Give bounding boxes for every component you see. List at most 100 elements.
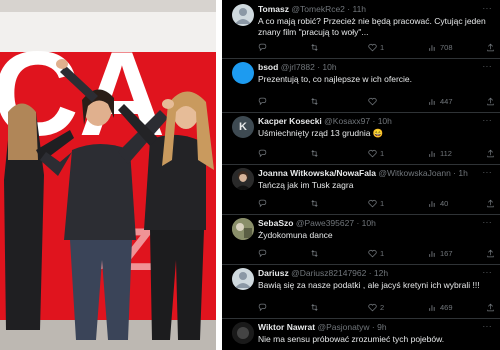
views-button[interactable]: 469 [428,301,453,313]
author-handle[interactable]: @Dariusz82147962 [291,268,366,278]
tweet-time[interactable]: 10h [322,62,336,72]
author-name[interactable]: bsod [258,62,278,72]
retweet-icon [311,43,318,51]
views-button[interactable]: 112 [428,147,452,159]
avatar[interactable] [232,268,254,290]
default-person-icon [235,8,251,24]
like-icon [368,97,377,105]
reply-button[interactable] [258,147,270,159]
reply-tweet[interactable]: Wiktor Nawrat @Pasjonatyw · 9h ··· Nie ma … [222,318,500,350]
like-icon [368,43,377,51]
share-button[interactable] [486,197,495,209]
more-options-icon[interactable]: ··· [483,322,493,331]
author-handle[interactable]: @Pawe395627 [296,218,354,228]
author-handle[interactable]: @jrl7882 [281,62,315,72]
tweet-header: bsod @jrl7882 · 10h [258,62,337,72]
retweet-icon [311,199,318,207]
retweet-button[interactable] [310,41,322,53]
retweet-button[interactable] [310,301,322,313]
reply-icon [258,97,267,105]
reply-tweet[interactable]: Tomasz @TomekRce2 · 11h ··· A co mają robi… [222,0,500,59]
tweet-time[interactable]: 10h [378,116,392,126]
views-button[interactable]: 167 [428,247,453,259]
reply-button[interactable] [258,41,270,53]
author-name[interactable]: Kacper Kosecki [258,116,322,126]
reply-button[interactable] [258,197,270,209]
tweet-header: Tomasz @TomekRce2 · 11h [258,4,367,14]
tweet-text: Nie ma sensu próbować zrozumieć tych poj… [258,334,445,344]
like-button[interactable]: 1 [368,41,384,53]
views-button[interactable]: 708 [428,41,453,53]
share-button[interactable] [486,301,495,313]
share-button[interactable] [486,41,495,53]
share-icon [487,303,494,311]
more-options-icon[interactable]: ··· [483,116,493,125]
avatar[interactable] [232,4,254,26]
tweet-time[interactable]: 10h [362,218,376,228]
like-icon [368,249,377,257]
tweet-time[interactable]: 1h [458,168,467,178]
author-handle[interactable]: @TomekRce2 [291,4,345,14]
replies-feed[interactable]: Tomasz @TomekRce2 · 11h ··· A co mają robi… [222,0,500,350]
author-handle[interactable]: @WitkowskaJoann [378,168,450,178]
like-button[interactable]: 2 [368,301,384,313]
author-name[interactable]: SebaSzo [258,218,293,228]
reply-tweet[interactable]: Dariusz @Dariusz82147962 · 12h ··· Bawią s… [222,264,500,319]
more-options-icon[interactable]: ··· [483,4,493,13]
author-handle[interactable]: @Kosaxx97 [324,116,370,126]
views-count: 708 [440,42,453,52]
share-button[interactable] [486,247,495,259]
reply-button[interactable] [258,247,270,259]
share-button[interactable] [486,147,495,159]
author-name[interactable]: Wiktor Nawrat [258,322,315,332]
author-handle[interactable]: @Pasjonatyw [317,322,369,332]
avatar-letter: K [239,121,247,133]
retweet-button[interactable] [310,95,322,107]
avatar[interactable] [232,62,254,84]
tweet-time[interactable]: 12h [374,268,388,278]
more-options-icon[interactable]: ··· [483,62,493,71]
author-name[interactable]: Joanna Witkowska/NowaFala [258,168,376,178]
avatar[interactable] [232,322,254,344]
reply-icon [258,249,267,257]
avatar[interactable] [232,168,254,190]
retweet-button[interactable] [310,247,322,259]
reply-tweet[interactable]: Joanna Witkowska/NowaFala @WitkowskaJoan… [222,164,500,215]
retweet-button[interactable] [310,197,322,209]
more-options-icon[interactable]: ··· [483,268,493,277]
tweet-text: A co mają robić? Przecież nie będą praco… [258,16,486,37]
like-button[interactable]: 1 [368,197,384,209]
like-button[interactable] [368,95,380,107]
more-options-icon[interactable]: ··· [483,218,493,227]
tweet-time[interactable]: 9h [377,322,386,332]
avatar[interactable]: K [232,116,254,138]
more-options-icon[interactable]: ··· [483,168,493,177]
tweet-header: SebaSzo @Pawe395627 · 10h [258,218,376,228]
reply-button[interactable] [258,301,270,313]
like-button[interactable]: 1 [368,147,384,159]
tweet-actions: 1 708 [258,41,494,53]
views-button[interactable]: 40 [428,197,448,209]
reply-tweet[interactable]: bsod @jrl7882 · 10h ··· Prezentują to, co … [222,58,500,113]
views-count: 167 [440,248,453,258]
like-button[interactable]: 1 [368,247,384,259]
author-name[interactable]: Dariusz [258,268,289,278]
reply-tweet[interactable]: SebaSzo @Pawe395627 · 10h ··· Żydokomuna d… [222,214,500,265]
avatar[interactable] [232,218,254,240]
tweet-time[interactable]: 11h [352,4,366,14]
tweet-header: Joanna Witkowska/NowaFala @WitkowskaJoan… [258,168,468,178]
reply-tweet[interactable]: K Kacper Kosecki @Kosaxx97 · 10h ··· Uśmiec… [222,112,500,165]
share-button[interactable] [486,95,495,107]
reply-icon [258,149,267,157]
share-icon [487,149,494,157]
author-name[interactable]: Tomasz [258,4,289,14]
views-button[interactable]: 447 [428,95,453,107]
retweet-button[interactable] [310,147,322,159]
share-icon [487,43,494,51]
likes-count: 1 [380,42,385,52]
likes-count: 1 [380,198,385,208]
reply-button[interactable] [258,95,270,107]
likes-count: 2 [380,302,385,312]
views-count: 469 [440,302,453,312]
views-count: 447 [440,96,453,106]
